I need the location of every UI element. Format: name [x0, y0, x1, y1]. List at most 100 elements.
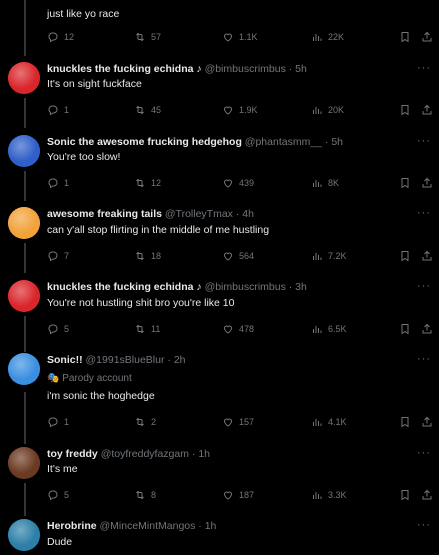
- user-handle[interactable]: @phantasmm__: [245, 136, 322, 148]
- views-button[interactable]: 20K: [311, 103, 344, 117]
- bookmark-button[interactable]: [399, 30, 411, 44]
- more-options-icon[interactable]: ···: [417, 135, 431, 147]
- tweet-header: knuckles the fucking echidna ♪ @bimbuscr…: [47, 281, 307, 294]
- share-button[interactable]: [421, 30, 433, 44]
- like-button[interactable]: 1.9K: [222, 103, 258, 117]
- reply-count: 1: [64, 105, 70, 115]
- share-icon: [422, 250, 432, 261]
- like-button[interactable]: 439: [222, 176, 254, 190]
- mask-icon: 🎭: [47, 373, 63, 384]
- bookmark-button[interactable]: [399, 322, 411, 336]
- repost-button[interactable]: 2: [134, 415, 156, 429]
- like-button[interactable]: 1.1K: [222, 30, 258, 44]
- heart-icon: [223, 179, 233, 188]
- views-button[interactable]: 4.1K: [311, 415, 347, 429]
- display-name[interactable]: toy freddy: [47, 448, 98, 460]
- avatar[interactable]: [8, 280, 40, 312]
- bookmark-button[interactable]: [399, 103, 411, 117]
- timestamp[interactable]: 4h: [242, 208, 254, 220]
- display-name[interactable]: knuckles the fucking echidna: [47, 63, 193, 75]
- more-options-icon[interactable]: ···: [417, 447, 431, 459]
- like-button[interactable]: 157: [222, 415, 254, 429]
- bookmark-button[interactable]: [399, 415, 411, 429]
- views-count: 4.1K: [328, 417, 347, 427]
- views-button[interactable]: 7.2K: [311, 249, 347, 263]
- avatar-image: [8, 62, 40, 94]
- bookmark-icon: [401, 32, 409, 43]
- share-button[interactable]: [421, 103, 433, 117]
- user-handle[interactable]: @toyfreddyfazgam: [101, 448, 189, 460]
- more-options-icon[interactable]: ···: [417, 280, 431, 292]
- reply-button[interactable]: 5: [47, 488, 69, 502]
- tweet[interactable]: just like yo race 12 57 1.1K 22K: [0, 0, 439, 52]
- timestamp[interactable]: 2h: [174, 354, 186, 366]
- like-count: 1.1K: [239, 32, 258, 42]
- tweet-header: awesome freaking tails @TrolleyTmax · 4h: [47, 208, 254, 221]
- share-button[interactable]: [421, 249, 433, 263]
- user-handle[interactable]: @MinceMintMangos: [100, 520, 196, 532]
- avatar[interactable]: [8, 62, 40, 94]
- share-button[interactable]: [421, 176, 433, 190]
- like-button[interactable]: 187: [222, 488, 254, 502]
- like-button[interactable]: 564: [222, 249, 254, 263]
- reply-button[interactable]: 5: [47, 322, 69, 336]
- views-button[interactable]: 8K: [311, 176, 339, 190]
- repost-count: 8: [151, 490, 157, 500]
- user-handle[interactable]: @bimbuscrimbus: [205, 63, 286, 75]
- share-button[interactable]: [421, 488, 433, 502]
- more-options-icon[interactable]: ···: [417, 353, 431, 365]
- repost-button[interactable]: 11: [134, 322, 160, 336]
- user-handle[interactable]: @bimbuscrimbus: [205, 281, 286, 293]
- repost-icon: [136, 32, 144, 42]
- avatar[interactable]: [8, 447, 40, 479]
- user-handle[interactable]: @TrolleyTmax: [165, 208, 233, 220]
- avatar[interactable]: [8, 207, 40, 239]
- display-name[interactable]: knuckles the fucking echidna: [47, 281, 193, 293]
- repost-button[interactable]: 12: [134, 176, 161, 190]
- like-button[interactable]: 478: [222, 322, 254, 336]
- repost-button[interactable]: 8: [134, 488, 156, 502]
- share-button[interactable]: [421, 322, 433, 336]
- like-count: 478: [239, 324, 255, 334]
- reply-button[interactable]: 7: [47, 249, 69, 263]
- timestamp[interactable]: 5h: [331, 136, 343, 148]
- tweet-header: knuckles the fucking echidna ♪ @bimbuscr…: [47, 63, 307, 76]
- share-button[interactable]: [421, 415, 433, 429]
- avatar[interactable]: [8, 135, 40, 167]
- display-name[interactable]: Herobrine: [47, 520, 97, 532]
- user-handle[interactable]: @1991sBlueBlur: [86, 354, 165, 366]
- more-options-icon[interactable]: ···: [417, 62, 431, 74]
- views-button[interactable]: 3.3K: [311, 488, 347, 502]
- tweet-text: It's on sight fuckface: [47, 78, 142, 90]
- timestamp[interactable]: 5h: [295, 63, 307, 75]
- views-count: 3.3K: [328, 490, 347, 500]
- reply-button[interactable]: 1: [47, 176, 69, 190]
- views-button[interactable]: 22K: [311, 30, 344, 44]
- repost-button[interactable]: 57: [134, 30, 161, 44]
- display-name[interactable]: Sonic the awesome frucking hedgehog: [47, 136, 242, 148]
- repost-button[interactable]: 45: [134, 103, 161, 117]
- avatar[interactable]: [8, 353, 40, 385]
- reply-button[interactable]: 12: [47, 30, 74, 44]
- more-options-icon[interactable]: ···: [417, 519, 431, 531]
- avatar-image: [8, 207, 40, 239]
- bookmark-button[interactable]: [399, 488, 411, 502]
- reply-button[interactable]: 1: [47, 103, 69, 117]
- avatar[interactable]: [8, 519, 40, 551]
- timestamp[interactable]: 1h: [205, 520, 217, 532]
- heart-icon: [223, 252, 233, 261]
- repost-button[interactable]: 18: [134, 249, 161, 263]
- reply-count: 7: [64, 251, 70, 261]
- bookmark-icon: [401, 417, 409, 428]
- bookmark-button[interactable]: [399, 249, 411, 263]
- bookmark-button[interactable]: [399, 176, 411, 190]
- more-options-icon[interactable]: ···: [417, 207, 431, 219]
- timestamp[interactable]: 1h: [198, 448, 210, 460]
- display-name[interactable]: Sonic!!: [47, 354, 83, 366]
- display-name[interactable]: awesome freaking tails: [47, 208, 162, 220]
- reply-button[interactable]: 1: [47, 415, 69, 429]
- timestamp[interactable]: 3h: [295, 281, 307, 293]
- reply-icon: [48, 32, 58, 43]
- views-button[interactable]: 6.5K: [311, 322, 347, 336]
- views-count: 20K: [328, 105, 345, 115]
